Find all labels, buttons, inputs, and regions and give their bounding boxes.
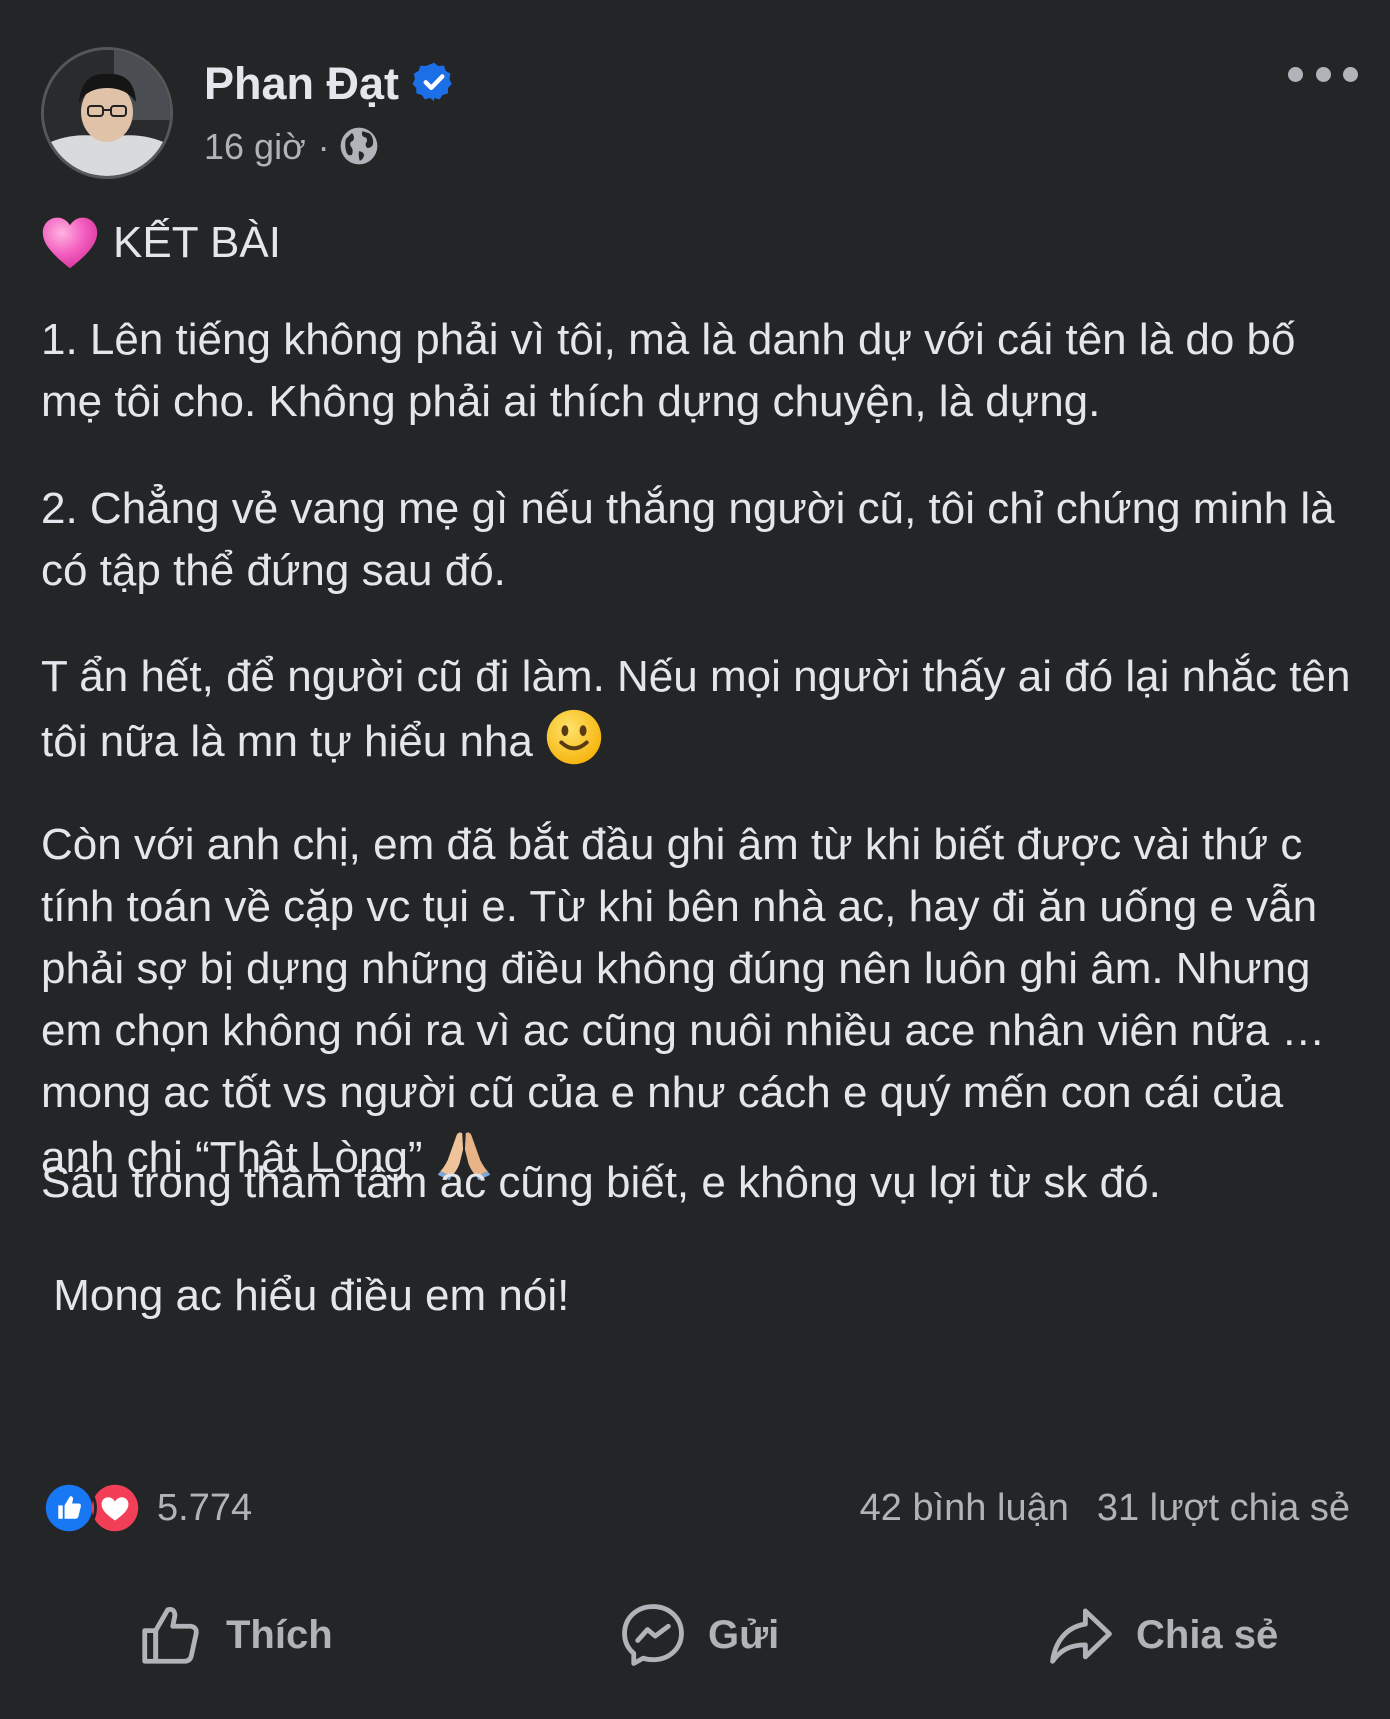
comment-count[interactable]: 42 bình luận xyxy=(860,1487,1069,1530)
facebook-post: Phan Đạt 16 giờ · KẾT BÀI 1. Lên tiếng k… xyxy=(0,0,1390,1719)
share-button[interactable]: Chia sẻ xyxy=(1046,1590,1278,1680)
globe-icon[interactable] xyxy=(338,125,380,167)
post-paragraph-1: 1. Lên tiếng không phải vì tôi, mà là da… xyxy=(41,315,1296,426)
share-count[interactable]: 31 lượt chia sẻ xyxy=(1097,1487,1350,1530)
author-name[interactable]: Phan Đạt xyxy=(204,54,399,114)
verified-badge-icon xyxy=(412,62,452,102)
post-heading-text: KẾT BÀI xyxy=(113,218,281,267)
share-label: Chia sẻ xyxy=(1136,1612,1279,1657)
like-label: Thích xyxy=(226,1612,333,1657)
slightly-smiling-face-emoji xyxy=(546,709,602,765)
post-meta: 16 giờ · xyxy=(204,122,342,172)
paragraph-3-text: T ẩn hết, để người cũ đi làm. Nếu mọi ng… xyxy=(41,652,1351,766)
dot xyxy=(1315,66,1331,82)
like-reaction-icon xyxy=(41,1480,97,1536)
post-stats: 42 bình luận 31 lượt chia sẻ xyxy=(860,1480,1350,1536)
send-button[interactable]: Gửi xyxy=(618,1590,779,1680)
reactions-summary[interactable]: 5.774 xyxy=(41,1480,252,1536)
pink-heart-emoji xyxy=(42,217,98,269)
action-bar: Thích Gửi Chia sẻ xyxy=(0,1590,1390,1680)
post-paragraph-6: Mong ac hiểu điều em nói! xyxy=(41,1271,570,1320)
send-label: Gửi xyxy=(708,1612,780,1657)
post-paragraph-2: 2. Chẳng vẻ vang mẹ gì nếu thắng người c… xyxy=(41,484,1335,595)
meta-separator: · xyxy=(317,126,330,167)
post-time[interactable]: 16 giờ xyxy=(204,126,306,167)
avatar-photo xyxy=(44,50,170,176)
like-button[interactable]: Thích xyxy=(136,1590,333,1680)
dot xyxy=(1288,66,1303,82)
author-avatar[interactable] xyxy=(41,47,173,179)
post-paragraph-5: Sâu trong thâm tâm ac cũng biết, e không… xyxy=(41,1158,1161,1207)
post-heading: KẾT BÀI xyxy=(41,212,281,274)
paragraph-4-text: Còn với anh chị, em đã bắt đầu ghi âm từ… xyxy=(41,820,1326,1182)
reaction-count: 5.774 xyxy=(157,1486,253,1529)
dot xyxy=(1343,66,1358,82)
post-paragraph-4: Còn với anh chị, em đã bắt đầu ghi âm từ… xyxy=(41,814,1361,1189)
post-paragraph-3: T ẩn hết, để người cũ đi làm. Nếu mọi ng… xyxy=(41,646,1361,773)
messenger-icon xyxy=(622,1604,684,1666)
more-options-icon[interactable] xyxy=(1288,56,1358,92)
thumbs-up-icon xyxy=(142,1606,199,1664)
share-arrow-icon xyxy=(1050,1608,1112,1664)
